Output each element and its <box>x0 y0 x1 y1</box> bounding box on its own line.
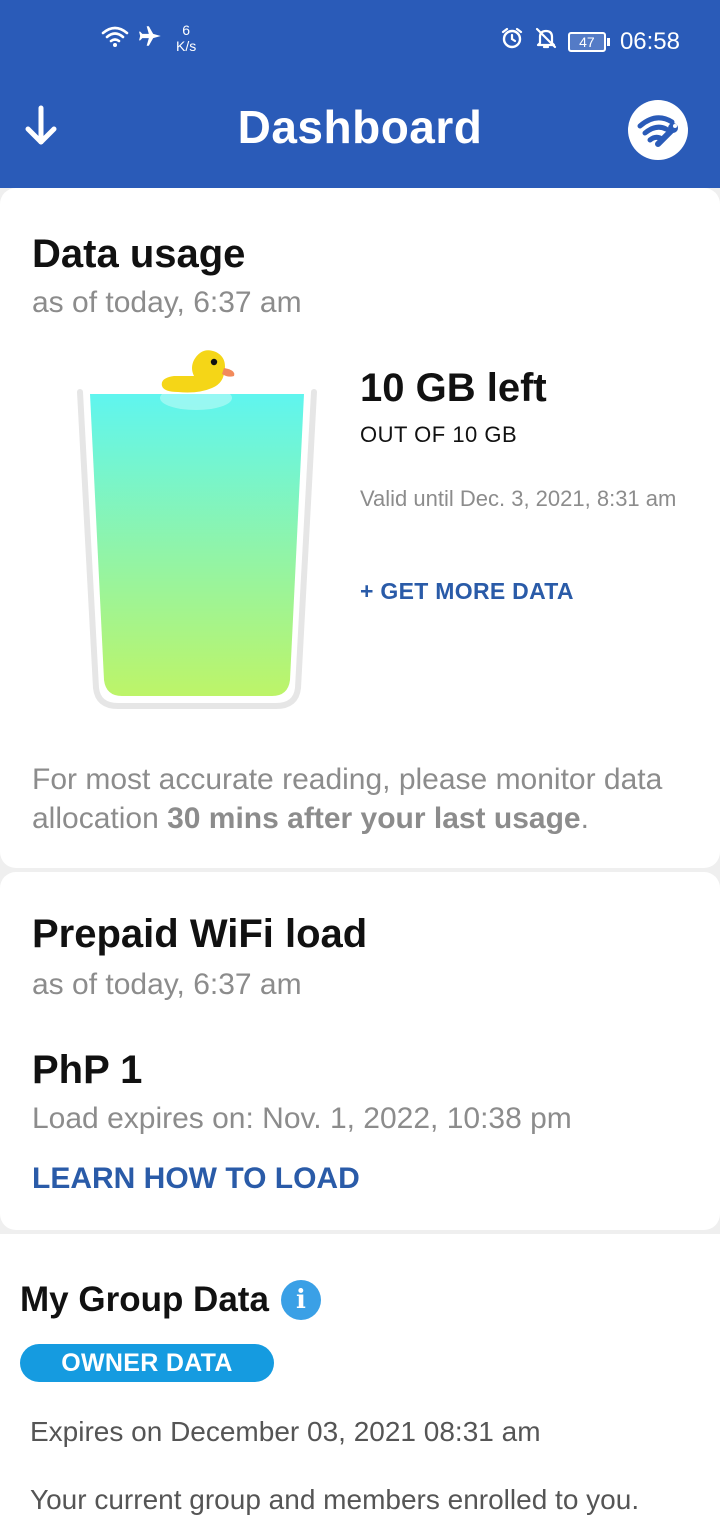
network-speed: 6 K/s <box>176 22 196 54</box>
load-balance: PhP 1 <box>32 1048 143 1092</box>
data-remaining: 10 GB left <box>360 366 547 410</box>
airplane-mode-icon <box>138 23 164 54</box>
status-bar-left: 6 K/s <box>100 22 196 54</box>
data-glass-gauge <box>74 348 320 718</box>
data-usage-card: Data usage as of today, 6:37 am 10 GB le… <box>0 188 720 868</box>
prepaid-load-card: Prepaid WiFi load as of today, 6:37 am P… <box>0 872 720 1230</box>
data-usage-title: Data usage <box>32 232 246 276</box>
app-header: 6 K/s 47 06:58 Dashboard <box>0 0 720 188</box>
data-validity: Valid until Dec. 3, 2021, 8:31 am <box>360 486 677 511</box>
data-usage-timestamp: as of today, 6:37 am <box>32 286 302 319</box>
usage-note: For most accurate reading, please monito… <box>32 760 692 838</box>
battery-level: 47 <box>567 31 606 52</box>
usage-note-end: . <box>580 802 589 835</box>
data-total: OUT OF 10 GB <box>360 422 518 447</box>
load-expiry: Load expires on: Nov. 1, 2022, 10:38 pm <box>32 1102 572 1135</box>
dashboard-screen: 6 K/s 47 06:58 Dashboard Data usage as o… <box>0 0 720 1540</box>
group-data-title: My Group Data <box>20 1280 269 1319</box>
speed-unit: K/s <box>176 38 197 54</box>
group-expiry: Expires on December 03, 2021 08:31 am <box>30 1416 541 1447</box>
owner-data-badge: OWNER DATA <box>20 1344 274 1382</box>
prepaid-title: Prepaid WiFi load <box>32 912 368 956</box>
rubber-duck-icon <box>160 350 235 410</box>
usage-note-emphasis: 30 mins after your last usage <box>167 802 581 835</box>
speed-value: 6 <box>182 22 191 38</box>
prepaid-timestamp: as of today, 6:37 am <box>32 968 302 1001</box>
wifi-settings-button[interactable] <box>628 100 688 160</box>
group-data-header: My Group Data i <box>20 1280 321 1320</box>
group-data-section: My Group Data i OWNER DATA Expires on De… <box>0 1234 720 1540</box>
wifi-status-icon <box>100 24 130 53</box>
clock: 06:58 <box>619 27 680 55</box>
info-icon[interactable]: i <box>280 1280 321 1320</box>
page-title: Dashboard <box>237 101 483 153</box>
get-more-data-link[interactable]: + GET MORE DATA <box>360 578 574 605</box>
battery-icon: 47 <box>567 31 610 52</box>
notifications-off-icon <box>534 26 558 57</box>
group-description: Your current group and members enrolled … <box>30 1484 640 1515</box>
status-bar-right: 47 06:58 <box>500 26 680 57</box>
learn-how-to-load-link[interactable]: LEARN HOW TO LOAD <box>32 1162 360 1196</box>
wifi-wrench-icon <box>637 115 678 147</box>
alarm-icon <box>500 26 524 57</box>
